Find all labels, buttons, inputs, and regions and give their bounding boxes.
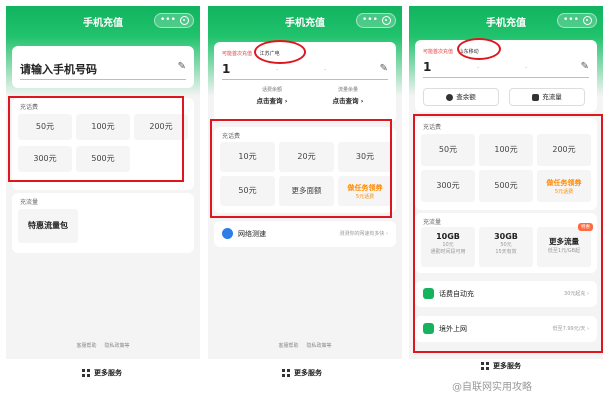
balance-label: 话费余额 bbox=[261, 87, 282, 93]
phone-number-card: 请输入手机号码 ✎ bbox=[12, 46, 194, 88]
edit-icon[interactable]: ✎ bbox=[581, 61, 589, 72]
more-services-bar[interactable]: 更多服务 bbox=[6, 360, 200, 386]
data-icon bbox=[532, 93, 540, 101]
buy-data-button[interactable]: 充流量 bbox=[509, 88, 585, 106]
more-icon[interactable]: ••• bbox=[160, 15, 176, 26]
highlight-box bbox=[210, 119, 392, 218]
separator-dot: . bbox=[276, 64, 279, 72]
flow-query[interactable]: 流量余量 点击查询 › bbox=[318, 86, 378, 105]
flow-query-link[interactable]: 点击查询 › bbox=[318, 95, 378, 105]
grid-icon bbox=[282, 369, 290, 377]
privacy-link[interactable]: 隐私政策等 bbox=[306, 343, 331, 349]
help-link[interactable]: 客服帮助 bbox=[77, 343, 97, 349]
check-balance-label: 查余额 bbox=[456, 93, 476, 101]
grid-icon bbox=[82, 369, 90, 377]
separator-dot: . bbox=[324, 64, 327, 72]
close-target-icon[interactable] bbox=[382, 16, 391, 25]
title-bar: 手机充值 ••• bbox=[6, 6, 200, 36]
help-link[interactable]: 客服帮助 bbox=[279, 343, 299, 349]
watermark: @自联网实用攻略 bbox=[452, 382, 532, 393]
edit-icon[interactable]: ✎ bbox=[380, 63, 388, 74]
more-services-label: 更多服务 bbox=[94, 369, 122, 377]
carrier-highlight-ellipse bbox=[457, 38, 501, 60]
separator-dot: . bbox=[525, 62, 528, 70]
highlight-box bbox=[413, 114, 603, 353]
edit-icon[interactable]: ✎ bbox=[178, 61, 186, 72]
more-icon[interactable]: ••• bbox=[563, 15, 579, 26]
more-services-bar[interactable]: 更多服务 bbox=[208, 360, 402, 386]
buy-data-label: 充流量 bbox=[542, 93, 562, 101]
phone-number-input[interactable]: 请输入手机号码 bbox=[20, 61, 97, 77]
phone-screen-2: 手机充值 ••• 可能首次充值 江苏广电 1 . . ✎ 话费余额 点击查询 ›… bbox=[208, 6, 402, 359]
input-underline bbox=[222, 79, 388, 80]
miniapp-capsule[interactable]: ••• bbox=[154, 13, 194, 28]
hint-text: 可能首次充值 bbox=[423, 49, 454, 55]
data-package-option[interactable]: 特惠流量包 bbox=[18, 209, 78, 243]
balance-query-link[interactable]: 点击查询 › bbox=[242, 95, 302, 105]
close-target-icon[interactable] bbox=[180, 16, 189, 25]
title-bar: 手机充值 ••• bbox=[208, 6, 402, 36]
title-bar: 手机充值 ••• bbox=[409, 6, 603, 36]
highlight-box bbox=[8, 96, 184, 182]
network-speed-row[interactable]: 网络测速 测测你的网速有多快 › bbox=[214, 221, 396, 247]
footer-links: 客服帮助 隐私政策等 bbox=[6, 342, 200, 349]
speed-test-icon bbox=[222, 228, 233, 239]
grid-icon bbox=[481, 362, 489, 370]
phone-screen-1: 手机充值 ••• 请输入手机号码 ✎ 充话费 50元 100元 200元 300… bbox=[6, 6, 200, 359]
hint-text: 可能首次充值 bbox=[222, 51, 253, 57]
speed-test-desc: 测测你的网速有多快 › bbox=[339, 231, 388, 237]
balance-query[interactable]: 话费余额 点击查询 › bbox=[242, 86, 302, 105]
more-icon[interactable]: ••• bbox=[362, 15, 378, 26]
separator-dot: . bbox=[477, 62, 480, 70]
more-services-label: 更多服务 bbox=[493, 362, 521, 370]
input-underline bbox=[423, 77, 589, 78]
miniapp-capsule[interactable]: ••• bbox=[356, 13, 396, 28]
flow-label: 流量余量 bbox=[337, 87, 358, 93]
check-balance-button[interactable]: 查余额 bbox=[423, 88, 499, 106]
more-services-label: 更多服务 bbox=[294, 369, 322, 377]
balance-icon bbox=[446, 93, 454, 101]
carrier-highlight-ellipse bbox=[254, 40, 306, 64]
footer-links: 客服帮助 隐私政策等 bbox=[208, 342, 402, 349]
data-label: 充流量 bbox=[20, 199, 39, 206]
phone-number-input[interactable]: 1 bbox=[423, 60, 431, 74]
phone-number-input[interactable]: 1 bbox=[222, 62, 230, 76]
close-target-icon[interactable] bbox=[583, 16, 592, 25]
speed-test-label: 网络测速 bbox=[238, 230, 266, 238]
miniapp-capsule[interactable]: ••• bbox=[557, 13, 597, 28]
phone-number-card: 可能首次充值 山东移动 1 . . ✎ 查余额 充流量 bbox=[415, 40, 597, 112]
privacy-link[interactable]: 隐私政策等 bbox=[104, 343, 129, 349]
data-card: 充流量 特惠流量包 bbox=[12, 193, 194, 253]
input-underline bbox=[20, 79, 186, 80]
